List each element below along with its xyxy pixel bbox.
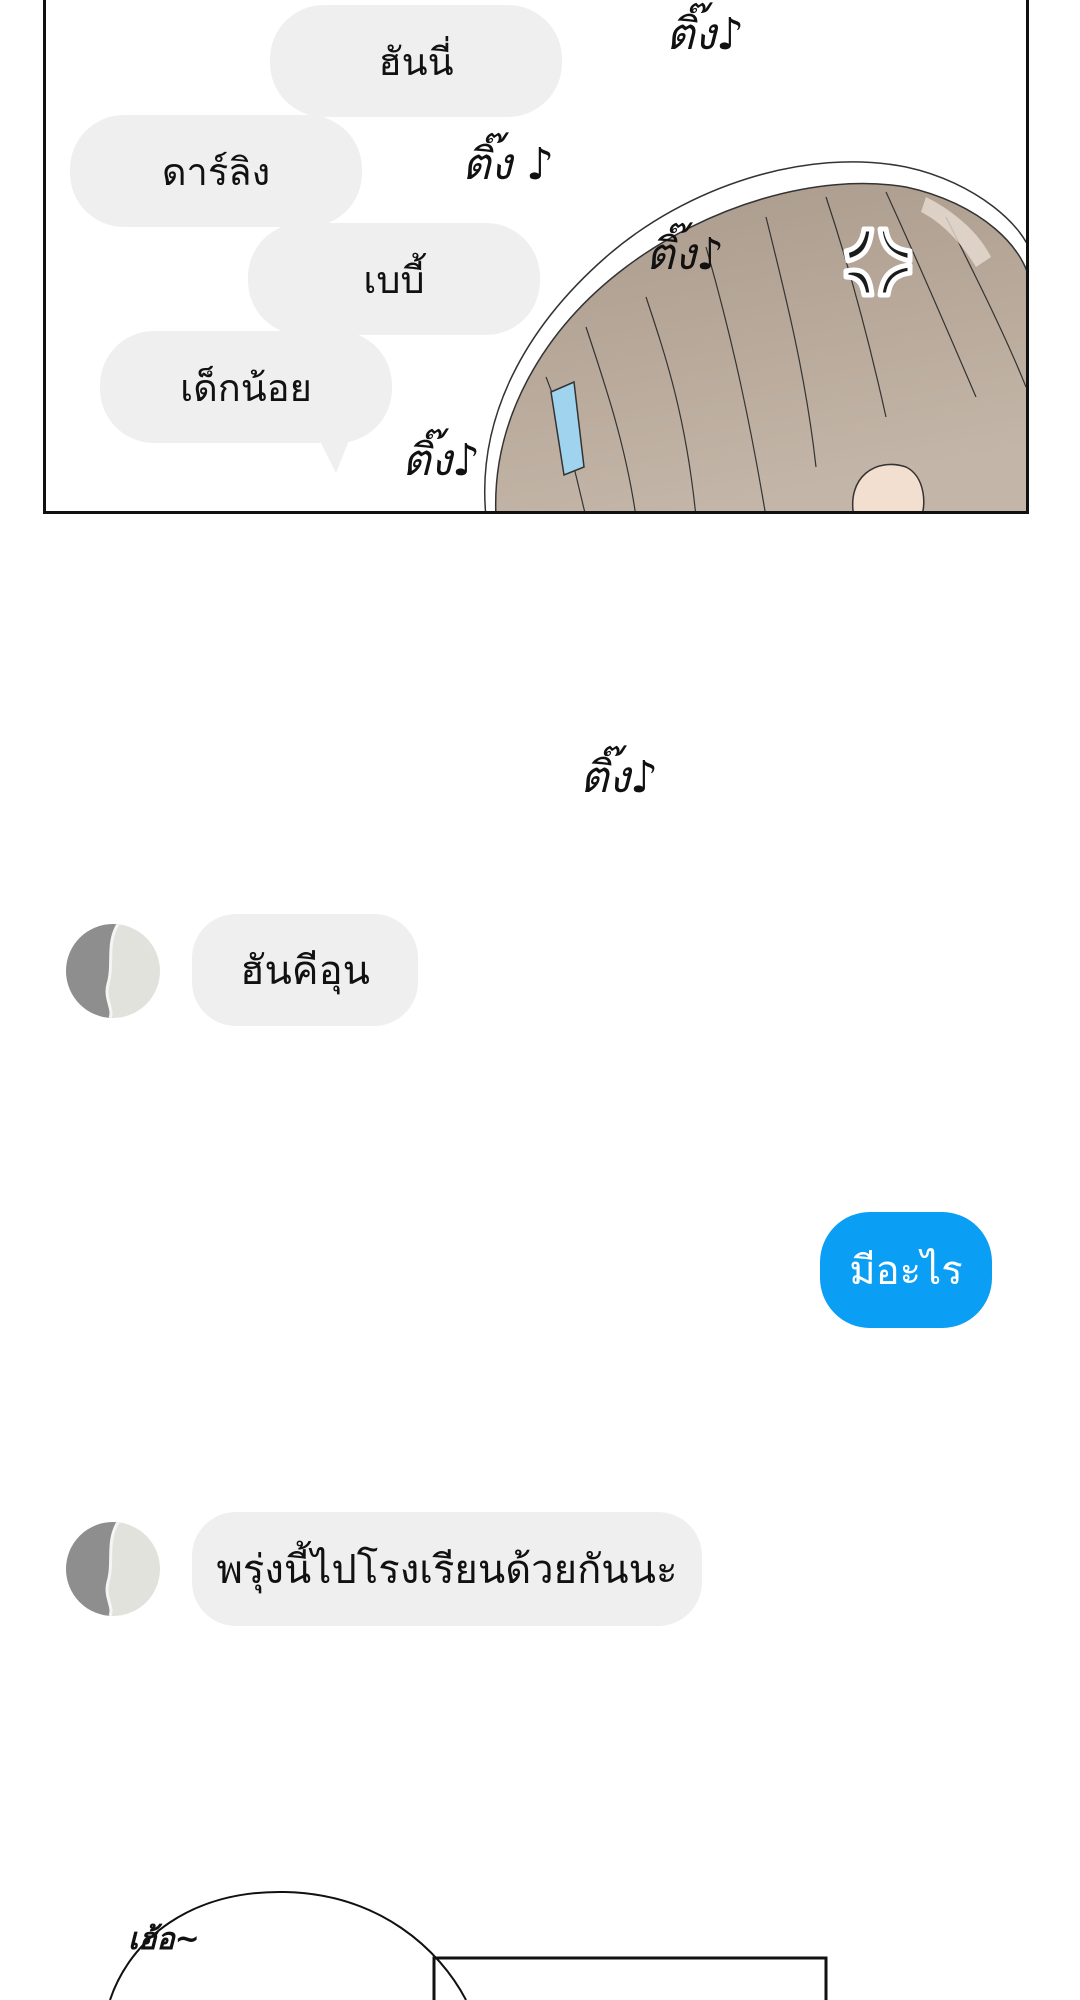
speech-bubble-text: เบบี้ (363, 257, 425, 302)
avatar-image (66, 924, 160, 1018)
notification-sfx: ติ๊ง♪ (666, 9, 745, 60)
avatar (66, 1522, 160, 1616)
chat-message-received: พรุ่งนี้ไปโรงเรียนด้วยกันนะ (192, 1512, 702, 1626)
notification-sfx: ติ๊ง♪ (646, 229, 725, 280)
speech-bubble-text: ฮันนี่ (378, 39, 454, 84)
chat-message-sent: มีอะไร (820, 1212, 992, 1328)
speech-bubble-darling: ดาร์ลิง (70, 115, 362, 227)
speech-bubble-little-one: เด็กน้อย (100, 331, 392, 443)
anger-mark-icon (843, 226, 913, 298)
speech-bubble-text: ดาร์ลิง (161, 149, 271, 194)
speech-bubble-honey: ฮันนี่ (270, 5, 562, 117)
notification-sfx: ติ๊ง♪ (580, 752, 659, 803)
chat-message-text: มีอะไร (849, 1248, 963, 1294)
speech-bubble-text: เด็กน้อย (180, 365, 312, 410)
chat-message-text: พรุ่งนี้ไปโรงเรียนด้วยกันนะ (216, 1547, 678, 1593)
chat-message-received: ฮันคีอุน (192, 914, 418, 1026)
speech-bubble-tail (316, 433, 352, 473)
notification-sfx: ติ๊ง♪ (402, 435, 481, 486)
sigh-sfx: เฮ้อ~ (128, 1922, 200, 1957)
speech-bubble-baby: เบบี้ (248, 223, 540, 335)
chat-message-text: ฮันคีอุน (240, 948, 370, 994)
notification-sfx: ติ๊ง ♪ (462, 139, 555, 190)
avatar-image (66, 1522, 160, 1616)
avatar (66, 924, 160, 1018)
comic-panel-top: ฮันนี่ ดาร์ลิง เบบี้ เด็กน้อย ติ๊ง♪ ติ๊ง… (43, 0, 1029, 514)
